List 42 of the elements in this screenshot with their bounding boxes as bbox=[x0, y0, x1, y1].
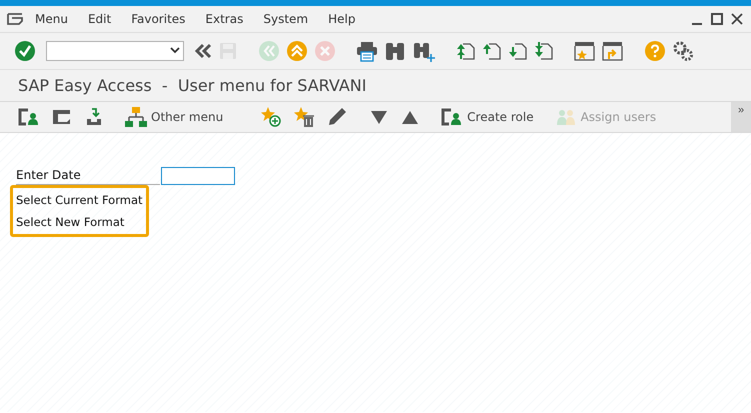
toolbar-button[interactable]: Create role bbox=[441, 107, 534, 127]
pencil-icon[interactable] bbox=[326, 106, 348, 128]
first-page-icon[interactable] bbox=[456, 41, 476, 61]
print-icon[interactable] bbox=[356, 40, 378, 62]
more-button[interactable]: » bbox=[731, 102, 751, 132]
menu-item[interactable]: System bbox=[253, 12, 318, 26]
check-icon[interactable] bbox=[14, 40, 36, 62]
shortcut-icon[interactable] bbox=[602, 40, 624, 62]
menu-item[interactable]: Edit bbox=[78, 12, 122, 26]
menu-item[interactable]: Extras bbox=[195, 12, 254, 26]
field-label: Enter Date bbox=[16, 168, 160, 185]
menu-icon[interactable] bbox=[7, 12, 25, 26]
chevron-down-icon[interactable] bbox=[170, 47, 180, 55]
menu-item[interactable]: Help bbox=[318, 12, 366, 26]
next-page-icon[interactable] bbox=[508, 41, 528, 61]
command-field[interactable] bbox=[46, 41, 184, 61]
last-page-icon[interactable] bbox=[534, 41, 554, 61]
triangle-down-icon[interactable] bbox=[369, 108, 390, 126]
star-plus-icon[interactable] bbox=[260, 106, 282, 128]
screen-title: SAP Easy Access - User menu for SARVANI bbox=[17, 75, 368, 95]
date-input[interactable] bbox=[161, 167, 235, 185]
field-label: Select New Format bbox=[16, 214, 126, 231]
toolbar-button: Assign users bbox=[554, 107, 656, 127]
menu-item[interactable]: Menu bbox=[25, 12, 78, 26]
maximize-icon[interactable] bbox=[711, 13, 723, 25]
toolbar-button[interactable]: Other menu bbox=[125, 106, 224, 128]
previous-page-icon[interactable] bbox=[482, 41, 502, 61]
field-label: Select Current Format bbox=[16, 192, 143, 209]
new-window-icon[interactable] bbox=[574, 40, 596, 62]
hierarchy-icon[interactable] bbox=[125, 106, 147, 128]
binoculars-plus-icon[interactable] bbox=[412, 40, 436, 62]
binoculars-icon[interactable] bbox=[384, 40, 406, 62]
menu-item[interactable]: Favorites bbox=[121, 12, 196, 26]
settings-icon[interactable] bbox=[672, 40, 694, 62]
users-icon bbox=[554, 107, 577, 127]
double-chevron-icon[interactable] bbox=[194, 41, 212, 61]
close-icon[interactable] bbox=[731, 13, 743, 25]
menu-tray-icon[interactable] bbox=[51, 107, 73, 127]
star-trash-icon[interactable] bbox=[293, 106, 316, 128]
user-menu-icon[interactable] bbox=[441, 107, 464, 127]
user-menu-icon[interactable] bbox=[18, 107, 40, 127]
download-icon[interactable] bbox=[84, 107, 104, 127]
